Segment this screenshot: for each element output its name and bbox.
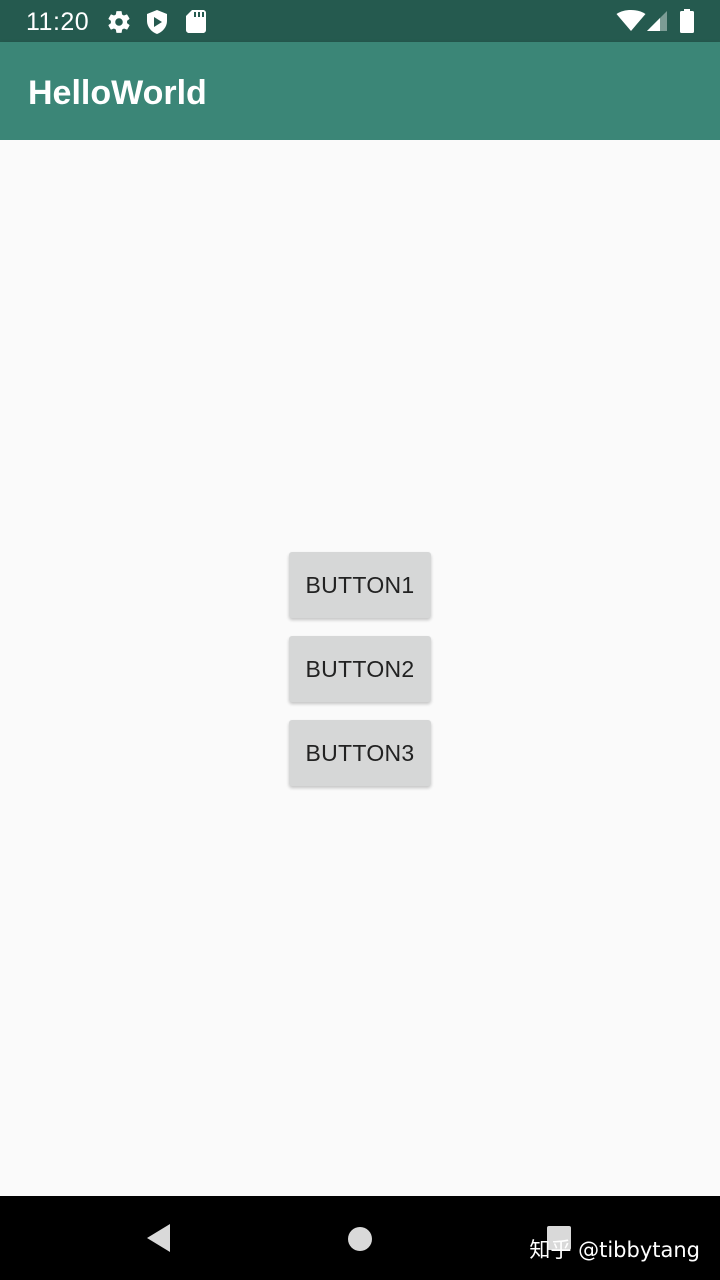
- sd-card-icon: [186, 10, 206, 33]
- app-bar: HelloWorld: [0, 42, 720, 140]
- wifi-icon: [616, 10, 646, 31]
- home-icon[interactable]: [347, 1226, 373, 1252]
- button-2[interactable]: BUTTON2: [289, 636, 431, 702]
- button-1[interactable]: BUTTON1: [289, 552, 431, 618]
- app-title: HelloWorld: [28, 74, 207, 112]
- button-3[interactable]: BUTTON3: [289, 720, 431, 786]
- navigation-bar: 知乎 @tibbytang: [0, 1196, 720, 1280]
- status-bar: 11:20: [0, 0, 720, 42]
- battery-icon: [680, 9, 694, 33]
- signal-icon: [647, 11, 667, 31]
- status-time: 11:20: [26, 8, 90, 36]
- watermark-text: 知乎 @tibbytang: [529, 1238, 700, 1262]
- play-shield-icon: [147, 10, 167, 34]
- main-content: BUTTON1 BUTTON2 BUTTON3: [0, 140, 720, 1196]
- back-icon[interactable]: [146, 1223, 172, 1253]
- gear-icon: [108, 11, 130, 33]
